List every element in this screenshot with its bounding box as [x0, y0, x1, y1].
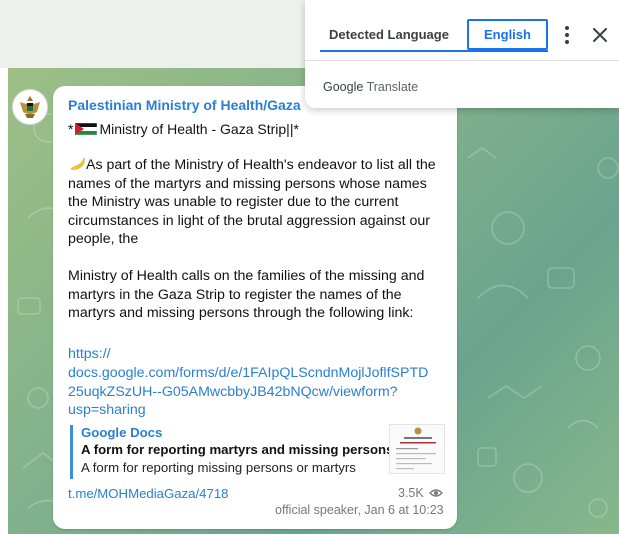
- sender-name[interactable]: Palestinian Ministry of Health/Gaza: [68, 97, 301, 113]
- tab-english[interactable]: English: [467, 19, 548, 50]
- eagle-emblem-icon: [20, 96, 40, 118]
- subline-text: Ministry of Health - Gaza Strip||*: [99, 121, 299, 137]
- more-vertical-icon[interactable]: [558, 24, 576, 46]
- tab-underline: [320, 50, 548, 52]
- paragraph-line: the Ministry was unable to register due …: [68, 194, 399, 210]
- message-paragraph-2: Ministry of Health calls on the families…: [68, 267, 452, 323]
- view-count-value: 3.5K: [398, 486, 424, 500]
- form-thumbnail-image: [396, 427, 436, 470]
- palestine-flag-icon: [75, 123, 98, 135]
- preview-thumbnail[interactable]: [389, 424, 445, 474]
- brand-google: Google: [323, 80, 364, 94]
- paragraph-line: circumstances in light of the brutal agg…: [68, 212, 430, 229]
- post-author-date: official speaker, Jan 6 at 10:23: [275, 503, 444, 517]
- brand-translate: Translate: [366, 80, 419, 94]
- paragraph-line: names of the martyrs and missing persons…: [68, 175, 427, 192]
- paragraph-line: people, the: [68, 231, 139, 247]
- message-paragraph-1: As part of the Ministry of Health's ende…: [68, 155, 452, 249]
- tab-detected-language[interactable]: Detected Language: [320, 19, 458, 50]
- link-line[interactable]: https://: [68, 345, 452, 364]
- link-line[interactable]: 25uqkZSzUH--G05AMwcbbyJB42bNQcw/viewform…: [68, 383, 452, 402]
- paragraph-line: martyrs and missing persons through the …: [68, 305, 414, 321]
- message-heading: * Ministry of Health - Gaza Strip||*: [68, 121, 299, 137]
- google-translate-brand[interactable]: Google Translate: [323, 80, 418, 94]
- link-line[interactable]: docs.google.com/forms/d/e/1FAIpQLScndnMo…: [68, 364, 452, 383]
- view-count: 3.5K: [398, 486, 443, 500]
- eye-icon: [428, 489, 443, 497]
- popup-divider: [305, 60, 619, 61]
- paragraph-line: As part of the Ministry of Health's ende…: [68, 155, 452, 175]
- post-link[interactable]: t.me/MOHMediaGaza/4718: [68, 486, 229, 501]
- ministry-emblem-avatar[interactable]: [12, 89, 48, 125]
- subline-prefix: *: [68, 121, 74, 137]
- link-line[interactable]: usp=sharing: [68, 401, 452, 420]
- paragraph-line: martyrs in the Gaza Strip to register th…: [68, 286, 402, 303]
- paragraph-line: Ministry of Health calls on the families…: [68, 268, 425, 284]
- close-icon[interactable]: [590, 25, 610, 45]
- crescent-moon-emoji-icon: [70, 157, 85, 170]
- form-link[interactable]: https:// docs.google.com/forms/d/e/1FAIp…: [68, 345, 452, 420]
